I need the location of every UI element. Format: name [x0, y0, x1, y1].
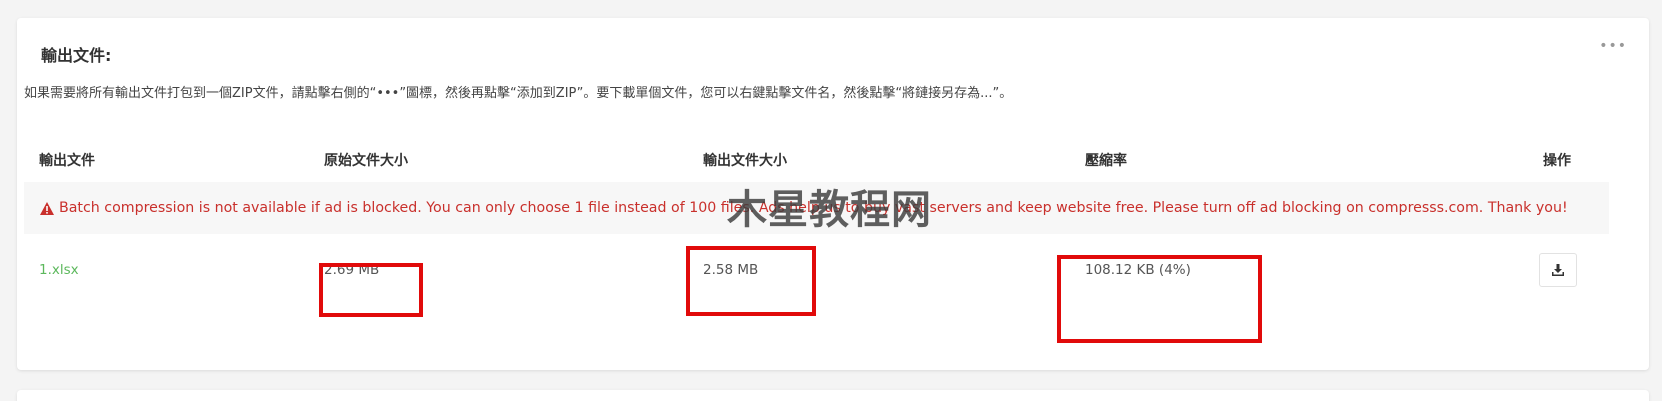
header-output-file: 輸出文件	[39, 153, 95, 169]
header-output-size: 輸出文件大小	[703, 153, 787, 169]
instructions-text: 如果需要將所有輸出文件打包到一個ZIP文件，請點擊右側的“•••”圖標，然後再點…	[24, 86, 1013, 101]
warning-triangle-icon	[40, 201, 54, 215]
header-compression-ratio: 壓縮率	[1085, 153, 1127, 169]
highlight-output-size	[686, 246, 816, 316]
alert-text: Batch compression is not available if ad…	[59, 200, 1568, 216]
more-options-icon[interactable]: •••	[1599, 38, 1627, 54]
highlight-compression-ratio	[1057, 255, 1262, 343]
next-card	[17, 390, 1649, 401]
header-original-size: 原始文件大小	[324, 153, 408, 169]
download-button[interactable]	[1539, 253, 1577, 287]
adblock-alert: Batch compression is not available if ad…	[24, 182, 1609, 234]
download-icon	[1552, 264, 1564, 276]
header-actions: 操作	[1543, 153, 1571, 169]
highlight-original-size	[319, 263, 423, 317]
file-link[interactable]: 1.xlsx	[39, 262, 79, 278]
card-title: 輸出文件:	[41, 46, 112, 65]
